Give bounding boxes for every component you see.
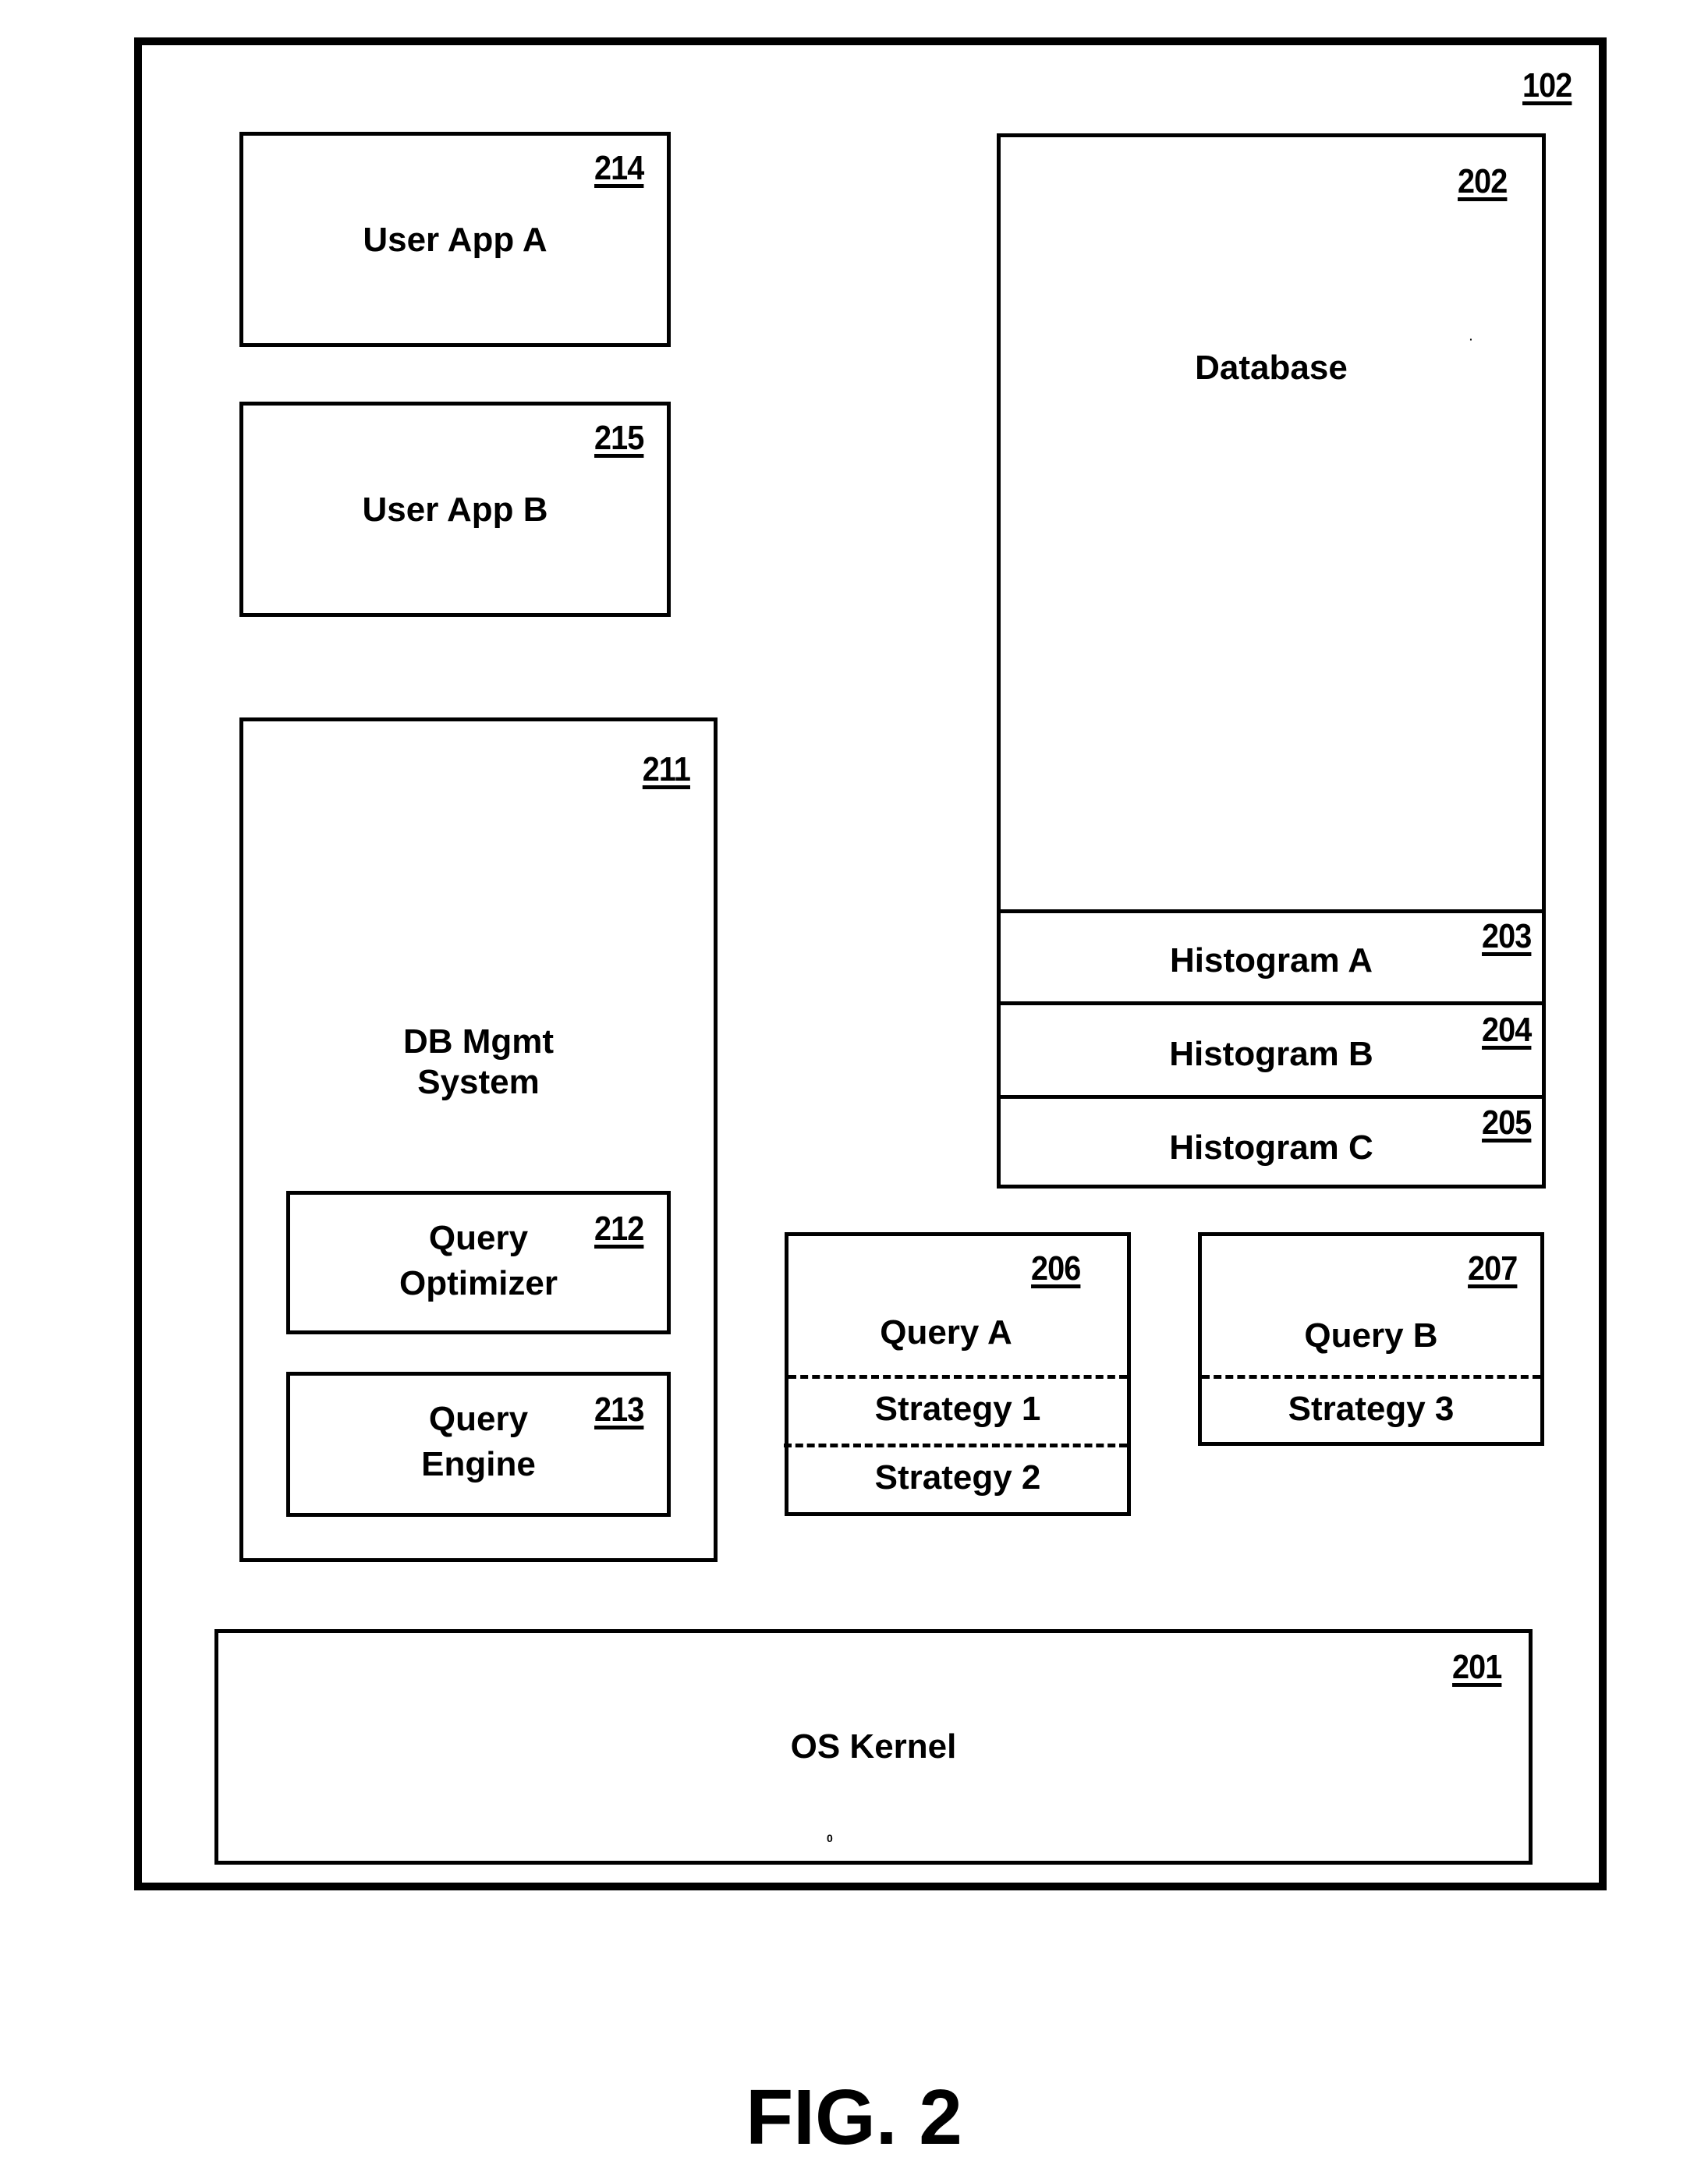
query-engine-box: 213 Query Engine (286, 1372, 671, 1517)
strategy-3-label: Strategy 3 (1288, 1390, 1455, 1428)
system-ref-label: 102 (1522, 66, 1572, 105)
strategy-divider (784, 1444, 1127, 1447)
strategy-divider (788, 1375, 1127, 1379)
database-box: 202 Database 203 Histogram A 204 Histogr… (997, 133, 1546, 1189)
user-app-b-label: User App B (362, 491, 548, 529)
query-optimizer-label-line1: Query (428, 1219, 529, 1257)
dbms-label-line1: DB Mgmt (402, 1022, 555, 1061)
query-a-ref: 206 (1030, 1249, 1081, 1288)
os-kernel-label: OS Kernel (790, 1727, 957, 1766)
histogram-divider (1001, 909, 1542, 913)
histogram-a-label: Histogram A (1170, 941, 1373, 980)
query-engine-label-line2: Engine (421, 1445, 536, 1483)
histogram-c-label: Histogram C (1169, 1128, 1373, 1167)
query-optimizer-box: 212 Query Optimizer (286, 1191, 671, 1334)
histogram-b-label: Histogram B (1169, 1035, 1373, 1073)
histogram-divider (1001, 1095, 1542, 1099)
query-a-box: 206 Query A Strategy 1 Strategy 2 (784, 1232, 1131, 1516)
user-app-a-label: User App A (363, 221, 547, 259)
dbms-label-line2: System (417, 1063, 540, 1101)
os-kernel-ref: 201 (1451, 1648, 1502, 1686)
figure-caption: FIG. 2 (746, 2074, 962, 2161)
database-label: Database (1195, 349, 1348, 387)
os-kernel-box: 201 OS Kernel 0 (214, 1629, 1533, 1865)
database-ref: 202 (1457, 162, 1508, 200)
strategy-2-label: Strategy 2 (874, 1458, 1041, 1497)
query-engine-label-line1: Query (428, 1400, 529, 1438)
scan-artifact: 0 (827, 1832, 833, 1844)
query-b-box: 207 Query B Strategy 3 (1198, 1232, 1544, 1446)
user-app-b-ref: 215 (594, 419, 644, 457)
dbms-ref: 211 (642, 750, 691, 788)
scan-artifact: · (1469, 333, 1473, 345)
histogram-divider (1001, 1001, 1542, 1005)
strategy-divider (1202, 1375, 1540, 1379)
query-a-label: Query A (880, 1313, 1012, 1352)
user-app-a-box: 214 User App A (239, 132, 671, 347)
query-optimizer-label-line2: Optimizer (399, 1264, 558, 1302)
query-b-ref: 207 (1467, 1249, 1518, 1288)
strategy-1-label: Strategy 1 (874, 1390, 1041, 1428)
user-app-b-box: 215 User App B (239, 402, 671, 617)
user-app-a-ref: 214 (594, 149, 644, 187)
query-b-label: Query B (1304, 1316, 1438, 1355)
